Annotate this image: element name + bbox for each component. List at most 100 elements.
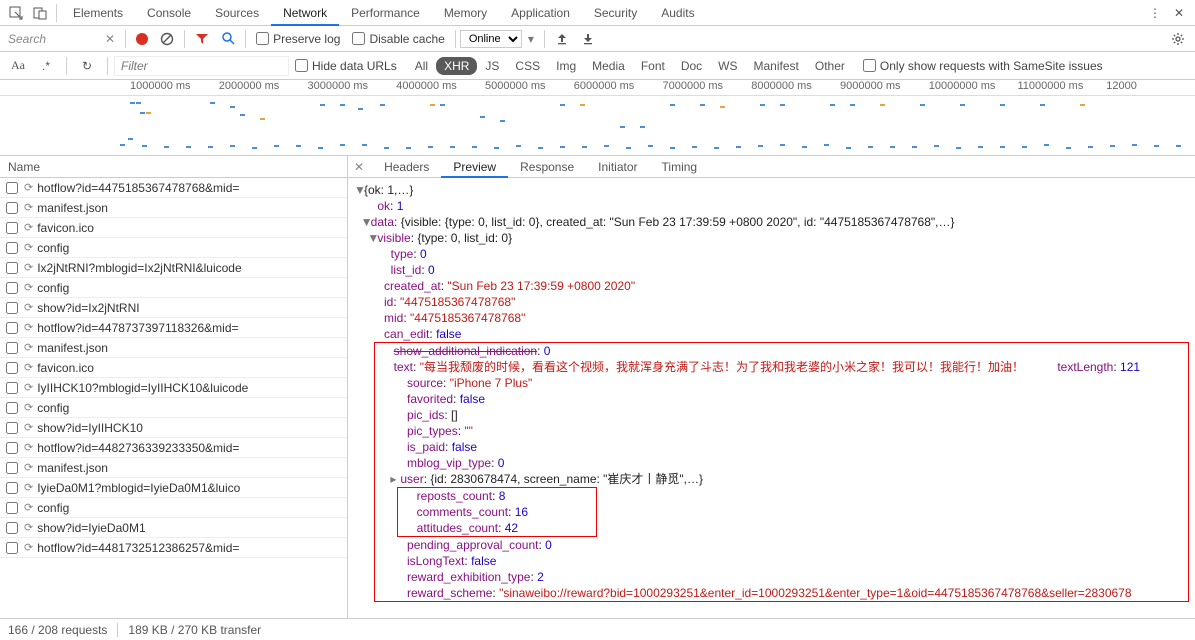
request-checkbox[interactable]	[6, 242, 18, 254]
device-toggle-icon[interactable]	[30, 3, 50, 23]
more-icon[interactable]: ⋮	[1145, 3, 1165, 23]
request-checkbox[interactable]	[6, 482, 18, 494]
request-row[interactable]: ⟳config	[0, 278, 347, 298]
throttle-select[interactable]: Online	[460, 30, 522, 48]
filter-input[interactable]	[114, 56, 289, 76]
tab-memory[interactable]: Memory	[432, 0, 499, 26]
tab-console[interactable]: Console	[135, 0, 203, 26]
name-column-header[interactable]: Name	[0, 156, 347, 178]
request-checkbox[interactable]	[6, 302, 18, 314]
request-name: hotflow?id=4478737397118326&mid=	[37, 321, 238, 335]
pill-all[interactable]: All	[407, 57, 436, 75]
pill-js[interactable]: JS	[477, 57, 507, 75]
request-checkbox[interactable]	[6, 322, 18, 334]
pill-doc[interactable]: Doc	[673, 57, 710, 75]
preview-json[interactable]: ▼{ok: 1,…} ok: 1 ▼data: {visible: {type:…	[348, 178, 1195, 618]
preserve-log-checkbox[interactable]: Preserve log	[256, 32, 340, 46]
request-status-icon: ⟳	[24, 181, 33, 194]
request-checkbox[interactable]	[6, 262, 18, 274]
request-name: manifest.json	[37, 201, 108, 215]
request-checkbox[interactable]	[6, 442, 18, 454]
request-row[interactable]: ⟳hotflow?id=4478737397118326&mid=	[0, 318, 347, 338]
samesite-checkbox[interactable]: Only show requests with SameSite issues	[863, 59, 1103, 73]
timeline-tick: 7000000 ms	[663, 80, 752, 95]
chevron-down-icon[interactable]: ▾	[528, 32, 534, 46]
request-row[interactable]: ⟳manifest.json	[0, 458, 347, 478]
request-row[interactable]: ⟳hotflow?id=4475185367478768&mid=	[0, 178, 347, 198]
resp-tab-preview[interactable]: Preview	[441, 156, 508, 178]
request-checkbox[interactable]	[6, 422, 18, 434]
request-row[interactable]: ⟳manifest.json	[0, 198, 347, 218]
filter-icon[interactable]	[192, 29, 212, 49]
tab-sources[interactable]: Sources	[203, 0, 271, 26]
resp-tab-response[interactable]: Response	[508, 156, 586, 178]
pill-xhr[interactable]: XHR	[436, 57, 477, 75]
download-har-icon[interactable]	[578, 29, 598, 49]
request-row[interactable]: ⟳favicon.ico	[0, 358, 347, 378]
request-row[interactable]: ⟳config	[0, 398, 347, 418]
match-case-icon[interactable]: Aa	[8, 56, 28, 76]
resp-tab-initiator[interactable]: Initiator	[586, 156, 649, 178]
pill-ws[interactable]: WS	[710, 57, 745, 75]
tab-audits[interactable]: Audits	[649, 0, 706, 26]
pill-manifest[interactable]: Manifest	[746, 57, 807, 75]
clear-log-icon[interactable]	[157, 29, 177, 49]
request-row[interactable]: ⟳show?id=Ix2jNtRNI	[0, 298, 347, 318]
requests-list: ⟳hotflow?id=4475185367478768&mid=⟳manife…	[0, 178, 347, 618]
request-row[interactable]: ⟳config	[0, 498, 347, 518]
request-checkbox[interactable]	[6, 382, 18, 394]
request-checkbox[interactable]	[6, 542, 18, 554]
close-icon[interactable]: ✕	[1169, 3, 1189, 23]
tab-application[interactable]: Application	[499, 0, 582, 26]
refresh-icon[interactable]: ↻	[77, 56, 97, 76]
upload-har-icon[interactable]	[552, 29, 572, 49]
request-row[interactable]: ⟳hotflow?id=4482736339233350&mid=	[0, 438, 347, 458]
request-row[interactable]: ⟳manifest.json	[0, 338, 347, 358]
search-icon[interactable]	[218, 29, 238, 49]
request-checkbox[interactable]	[6, 182, 18, 194]
tab-performance[interactable]: Performance	[339, 0, 432, 26]
request-row[interactable]: ⟳IyieDa0M1?mblogid=IyieDa0M1&luico	[0, 478, 347, 498]
request-checkbox[interactable]	[6, 222, 18, 234]
request-row[interactable]: ⟳Ix2jNtRNI?mblogid=Ix2jNtRNI&luicode	[0, 258, 347, 278]
request-row[interactable]: ⟳config	[0, 238, 347, 258]
request-row[interactable]: ⟳favicon.ico	[0, 218, 347, 238]
request-name: IyIIHCK10?mblogid=IyIIHCK10&luicode	[37, 381, 248, 395]
pill-img[interactable]: Img	[548, 57, 584, 75]
pill-css[interactable]: CSS	[507, 57, 548, 75]
clear-search-icon[interactable]: ✕	[105, 32, 115, 46]
regex-icon[interactable]: .*	[36, 56, 56, 76]
request-row[interactable]: ⟳IyIIHCK10?mblogid=IyIIHCK10&luicode	[0, 378, 347, 398]
pill-font[interactable]: Font	[633, 57, 673, 75]
request-checkbox[interactable]	[6, 502, 18, 514]
disable-cache-checkbox[interactable]: Disable cache	[352, 32, 444, 46]
request-checkbox[interactable]	[6, 362, 18, 374]
hide-data-urls-checkbox[interactable]: Hide data URLs	[295, 59, 397, 73]
timeline-overview[interactable]: 1000000 ms2000000 ms3000000 ms4000000 ms…	[0, 80, 1195, 156]
tab-network[interactable]: Network	[271, 0, 339, 26]
close-details-icon[interactable]: ✕	[354, 160, 364, 174]
tab-elements[interactable]: Elements	[61, 0, 135, 26]
search-box[interactable]: Search	[4, 32, 99, 46]
request-checkbox[interactable]	[6, 282, 18, 294]
request-checkbox[interactable]	[6, 402, 18, 414]
pill-media[interactable]: Media	[584, 57, 633, 75]
divider	[125, 30, 126, 48]
request-row[interactable]: ⟳hotflow?id=4481732512386257&mid=	[0, 538, 347, 558]
tab-security[interactable]: Security	[582, 0, 649, 26]
request-checkbox[interactable]	[6, 202, 18, 214]
request-row[interactable]: ⟳show?id=IyIIHCK10	[0, 418, 347, 438]
inspect-icon[interactable]	[6, 3, 26, 23]
request-checkbox[interactable]	[6, 342, 18, 354]
request-checkbox[interactable]	[6, 462, 18, 474]
request-status-icon: ⟳	[24, 521, 33, 534]
resp-tab-timing[interactable]: Timing	[650, 156, 710, 178]
request-row[interactable]: ⟳show?id=IyieDa0M1	[0, 518, 347, 538]
request-status-icon: ⟳	[24, 481, 33, 494]
pill-other[interactable]: Other	[807, 57, 853, 75]
settings-gear-icon[interactable]	[1168, 29, 1188, 49]
request-checkbox[interactable]	[6, 522, 18, 534]
transfer-size: 189 KB / 270 KB transfer	[128, 623, 261, 637]
resp-tab-headers[interactable]: Headers	[372, 156, 441, 178]
record-button[interactable]	[136, 33, 148, 45]
